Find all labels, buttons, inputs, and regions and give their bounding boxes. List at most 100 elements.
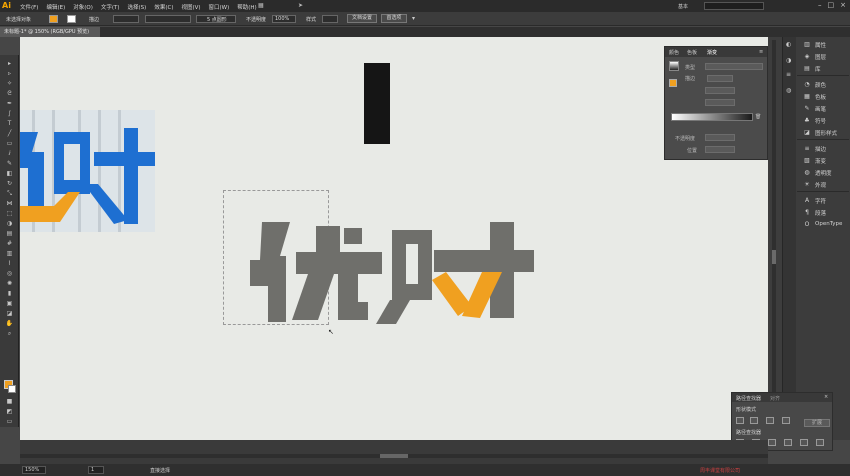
- mesh-tool-icon[interactable]: #: [5, 241, 14, 247]
- close-icon[interactable]: ×: [840, 1, 846, 9]
- dock-item-stroke[interactable]: 描边: [815, 145, 826, 153]
- rotate-tool-icon[interactable]: ↻: [5, 181, 14, 187]
- panel-close-icon[interactable]: ×: [824, 394, 828, 400]
- gradient-type-select[interactable]: [705, 63, 763, 70]
- screen-mode-icon[interactable]: ▭: [5, 419, 14, 425]
- draw-mode-icon[interactable]: ◩: [5, 409, 14, 415]
- horizontal-scroll-thumb[interactable]: [380, 454, 408, 458]
- column-graph-icon[interactable]: ▮: [5, 291, 14, 297]
- paragraph-icon[interactable]: ¶: [803, 209, 811, 216]
- tab-color[interactable]: 颜色: [669, 49, 679, 56]
- paintbrush-tool-icon[interactable]: ⅈ: [5, 151, 14, 157]
- lasso-tool-icon[interactable]: ᘓ: [5, 91, 14, 97]
- dock-item-character[interactable]: 字符: [815, 197, 826, 205]
- stroke-weight-field[interactable]: [113, 15, 139, 23]
- opacity-field[interactable]: [705, 134, 735, 141]
- dock-item-gradient[interactable]: 渐变: [815, 157, 826, 165]
- eraser-tool-icon[interactable]: ◧: [5, 171, 14, 177]
- dock-item-swatches[interactable]: 色板: [815, 93, 826, 101]
- eyedropper-tool-icon[interactable]: ⌇: [5, 261, 14, 267]
- gradient-preview[interactable]: [669, 61, 679, 71]
- location-field[interactable]: [705, 146, 735, 153]
- stroke-icon[interactable]: ≡: [803, 145, 811, 152]
- dock-item-symbols[interactable]: 符号: [815, 117, 826, 125]
- gradient-slider[interactable]: [671, 113, 753, 121]
- vertical-scroll-thumb[interactable]: [772, 250, 776, 264]
- hand-tool-icon[interactable]: ✋: [5, 321, 14, 327]
- black-rectangle[interactable]: [364, 63, 390, 144]
- vertical-scrollbar[interactable]: [772, 40, 776, 435]
- minimize-icon[interactable]: –: [818, 1, 822, 9]
- color-icon[interactable]: ◔: [803, 81, 811, 88]
- zoom-field[interactable]: 150%: [22, 466, 46, 474]
- trash-icon[interactable]: 🗑: [755, 114, 761, 120]
- outline-icon[interactable]: [800, 439, 808, 446]
- expand-button[interactable]: 扩展: [804, 419, 830, 427]
- symbol-sprayer-icon[interactable]: ✺: [5, 281, 14, 287]
- merge-icon[interactable]: [768, 439, 776, 446]
- document-setup-button[interactable]: 文档设置: [347, 14, 377, 23]
- scale-tool-icon[interactable]: ⤡: [5, 191, 14, 197]
- arrange-icon[interactable]: ▦: [258, 2, 264, 9]
- menu-arrow-icon[interactable]: ▾: [412, 15, 415, 22]
- menu-select[interactable]: 选择(S): [128, 3, 147, 11]
- transparency-icon[interactable]: ◍: [803, 169, 811, 176]
- appearance-icon[interactable]: ☀: [803, 181, 811, 188]
- minus-front-icon[interactable]: [750, 417, 758, 424]
- menu-effect[interactable]: 效果(C): [154, 3, 173, 11]
- line-tool-icon[interactable]: ╱: [5, 131, 14, 137]
- zoom-tool-icon[interactable]: ⌕: [5, 331, 14, 337]
- stroke-color-swatch[interactable]: [8, 385, 16, 393]
- reference-logo-image[interactable]: [20, 110, 155, 232]
- dock-item-color[interactable]: 颜色: [815, 81, 826, 89]
- dock-item-properties[interactable]: 属性: [815, 41, 826, 49]
- gradient-tool-icon[interactable]: ▥: [5, 251, 14, 257]
- menu-type[interactable]: 文字(T): [101, 3, 120, 11]
- menu-object[interactable]: 对象(O): [73, 3, 93, 11]
- artboard-number-field[interactable]: 1: [88, 466, 104, 474]
- swatches-icon[interactable]: ▦: [803, 93, 811, 100]
- document-tab[interactable]: 未标题-1* @ 150% (RGB/GPU 预览): [0, 27, 100, 37]
- maximize-icon[interactable]: □: [828, 1, 835, 9]
- symbols-icon[interactable]: ♣: [803, 117, 811, 124]
- tab-gradient[interactable]: 渐变: [707, 49, 717, 56]
- dock-item-libraries[interactable]: 库: [815, 65, 821, 73]
- intersect-icon[interactable]: [766, 417, 774, 424]
- free-transform-icon[interactable]: ⬚: [5, 211, 14, 217]
- brushes-icon[interactable]: ✎: [803, 105, 811, 112]
- perspective-grid-icon[interactable]: ▤: [5, 231, 14, 237]
- curvature-tool-icon[interactable]: ∫: [5, 111, 14, 117]
- pencil-tool-icon[interactable]: ✎: [5, 161, 14, 167]
- libraries-icon[interactable]: ▤: [803, 65, 811, 72]
- menu-help[interactable]: 帮助(H): [237, 3, 256, 11]
- dock-item-graphic-styles[interactable]: 图形样式: [815, 129, 837, 137]
- dock-item-opentype[interactable]: OpenType: [815, 221, 842, 227]
- type-tool-icon[interactable]: T: [5, 121, 14, 127]
- pen-tool-icon[interactable]: ✒: [5, 101, 14, 107]
- slice-tool-icon[interactable]: ◪: [5, 311, 14, 317]
- shape-builder-icon[interactable]: ◑: [5, 221, 14, 227]
- menu-window[interactable]: 窗口(W): [209, 3, 230, 11]
- angle-field[interactable]: [705, 87, 735, 94]
- align-tab[interactable]: 对齐: [770, 395, 780, 402]
- horizontal-scrollbar[interactable]: [20, 454, 768, 458]
- gradient-icon[interactable]: ▧: [803, 157, 811, 164]
- selection-tool-icon[interactable]: ▸: [5, 61, 14, 67]
- minus-back-icon[interactable]: [816, 439, 824, 446]
- magic-wand-icon[interactable]: ✧: [5, 81, 14, 87]
- layers-icon[interactable]: ◈: [803, 53, 811, 60]
- color-panel-icon[interactable]: ◐: [786, 41, 791, 48]
- dock-item-paragraph[interactable]: 段落: [815, 209, 826, 217]
- tab-swatches[interactable]: 色板: [687, 49, 697, 56]
- aspect-field[interactable]: [705, 99, 735, 106]
- dock-item-appearance[interactable]: 外观: [815, 181, 826, 189]
- dock-item-brushes[interactable]: 画笔: [815, 105, 826, 113]
- artboard-tool-icon[interactable]: ▣: [5, 301, 14, 307]
- menu-edit[interactable]: 编辑(E): [46, 3, 65, 11]
- variable-width-field[interactable]: [145, 15, 191, 23]
- direct-selection-tool-icon[interactable]: ▹: [5, 71, 14, 77]
- stroke-swatch[interactable]: [67, 15, 76, 23]
- panel-fill-swatch[interactable]: [669, 79, 677, 87]
- stroke-panel-icon[interactable]: ≡: [786, 71, 791, 78]
- properties-icon[interactable]: ▥: [803, 41, 811, 48]
